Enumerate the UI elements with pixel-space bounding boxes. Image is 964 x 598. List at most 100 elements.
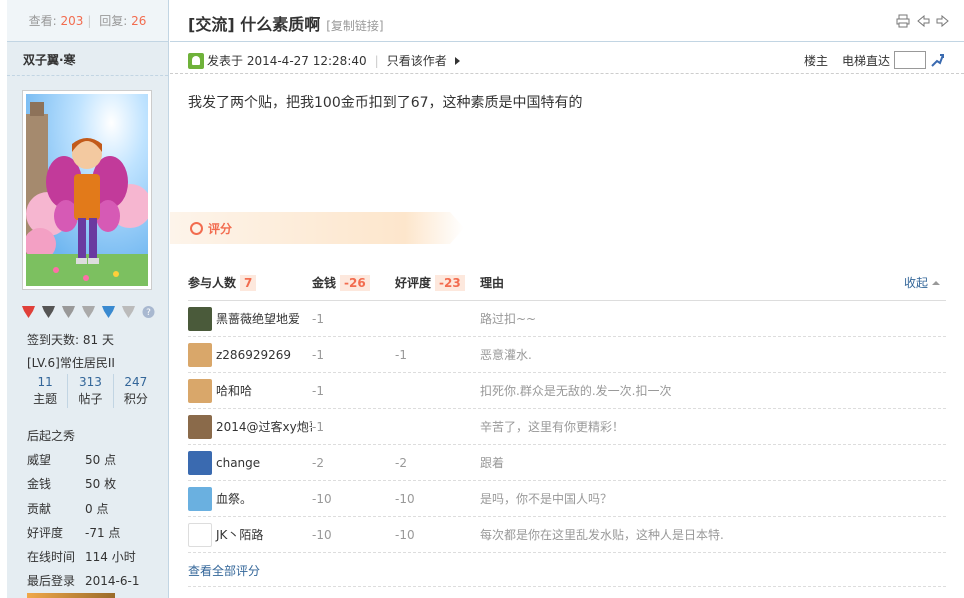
info-key: 好评度	[27, 525, 64, 540]
info-row: 在线时间 114 小时	[27, 545, 162, 569]
rater-avatar[interactable]	[188, 342, 212, 367]
rater: 2014@过客xy炮哥	[188, 414, 312, 439]
jump-go-icon[interactable]	[930, 52, 944, 68]
rater-name[interactable]: z286929269	[216, 348, 291, 362]
rating-row: 血祭。 -10 -10 是吗，你不是中国人吗？	[188, 481, 946, 517]
rater-name[interactable]: JK丶陌路	[216, 526, 263, 543]
rating-section-title: 评分	[190, 220, 232, 237]
rater-money: -1	[312, 311, 324, 326]
user-rank-title: 后起之秀	[27, 424, 162, 448]
medal-row: ?	[20, 305, 160, 321]
col-money: 金钱 -26	[312, 265, 395, 300]
post-main: [交流] 什么素质啊 [复制链接] 发表于 2014-4-27 12:28:40 …	[170, 0, 964, 598]
rater-reason: 跟着	[480, 456, 505, 470]
thread-title-text: [交流] 什么素质啊	[188, 15, 321, 34]
rater: 黑蔷薇绝望地爱	[188, 306, 312, 331]
stat-label: 帖子	[78, 392, 103, 406]
thread-tools	[896, 14, 950, 28]
next-thread-icon[interactable]	[936, 14, 950, 28]
rater: z286929269	[188, 342, 312, 367]
svg-text:?: ?	[146, 308, 151, 318]
rater-avatar[interactable]	[188, 486, 212, 511]
medal-icon[interactable]	[20, 305, 37, 319]
info-key: 金钱	[27, 477, 52, 492]
rater: change	[188, 450, 312, 475]
help-icon[interactable]: ?	[140, 305, 157, 319]
medal-icon[interactable]	[80, 305, 97, 319]
stat-label: 积分	[123, 392, 148, 406]
user-level[interactable]: [LV.6]常住居民II	[27, 354, 115, 371]
stat-threads[interactable]: 11 主题	[23, 374, 69, 408]
rating-row: change -2 -2 跟着	[188, 445, 946, 481]
copy-link-button[interactable]: [复制链接]	[326, 19, 383, 33]
info-key: 威望	[27, 453, 52, 468]
collapse-button[interactable]: 收起	[904, 265, 940, 301]
medal-icon[interactable]	[60, 305, 77, 319]
triangle-right-icon	[454, 56, 460, 65]
stat-points[interactable]: 247 积分	[114, 374, 158, 408]
rating-row: JK丶陌路 -10 -10 每次都是你在这里乱发水贴，这种人是日本特.	[188, 517, 946, 553]
previous-thread-icon[interactable]	[916, 14, 930, 28]
stat-posts[interactable]: 313 帖子	[68, 374, 114, 408]
rater-name[interactable]: 2014@过客xy炮哥	[216, 418, 312, 435]
print-icon[interactable]	[896, 14, 910, 28]
rater-money: -1	[312, 419, 324, 434]
medal-icon[interactable]	[40, 305, 57, 319]
user-sidebar: 查看: 203 | 回复: 26 双子翼·寒 ? 签到天数: 81 天 [LV.…	[7, 0, 169, 598]
replies-label: 回复:	[99, 14, 128, 28]
col-people-label: 参与人数	[188, 276, 237, 290]
online-status-icon	[188, 52, 204, 69]
rater: 哈和哈	[188, 378, 312, 403]
only-author-link[interactable]: 只看该作者	[387, 52, 447, 69]
col-reason: 理由	[480, 276, 505, 290]
thread-title: [交流] 什么素质啊 [复制链接]	[188, 11, 384, 35]
rater-avatar[interactable]	[188, 378, 212, 403]
rating-table-header: 参与人数 7 金钱 -26 好评度 -23 理由 收起	[188, 265, 946, 301]
author-name[interactable]: 双子翼·寒	[7, 42, 168, 76]
rater-name[interactable]: 哈和哈	[216, 382, 252, 399]
view-all-ratings-link[interactable]: 查看全部评分	[188, 562, 260, 579]
post-meta: 发表于 2014-4-27 12:28:40 | 只看该作者 楼主 电梯直达	[170, 48, 964, 74]
info-row: 威望 50 点	[27, 448, 162, 472]
thread-header: [交流] 什么素质啊 [复制链接]	[170, 0, 964, 42]
info-row: 金钱 50 枚	[27, 472, 162, 496]
rater-name[interactable]: 血祭。	[216, 490, 252, 507]
partial-banner	[27, 593, 115, 598]
rater-reputation: -2	[395, 455, 407, 470]
replies-count: 26	[131, 14, 147, 28]
rater-avatar[interactable]	[188, 450, 212, 475]
info-value: 2014-6-1	[85, 574, 140, 589]
divider	[188, 586, 946, 587]
signin-days: 签到天数: 81 天	[27, 333, 114, 347]
rater-avatar[interactable]	[188, 306, 212, 331]
stat-label: 主题	[33, 392, 58, 406]
stats-divider: |	[87, 14, 92, 28]
rater-name[interactable]: 黑蔷薇绝望地爱	[216, 310, 300, 327]
rater-avatar[interactable]	[188, 414, 212, 439]
reputation-total: -23	[435, 275, 465, 291]
thread-stats: 查看: 203 | 回复: 26	[7, 0, 168, 42]
rater-avatar[interactable]	[188, 522, 212, 547]
money-total: -26	[340, 275, 370, 291]
rater-reason: 每次都是你在这里乱发水贴，这种人是日本特.	[480, 528, 724, 542]
medal-icon[interactable]	[100, 305, 117, 319]
rater: 血祭。	[188, 486, 312, 511]
jump-floor-input[interactable]	[894, 51, 926, 69]
medal-icon[interactable]	[120, 305, 137, 319]
rater-name[interactable]: change	[216, 456, 260, 470]
col-people: 参与人数 7	[188, 265, 312, 300]
views-count: 203	[60, 14, 84, 28]
meta-divider: |	[374, 53, 379, 68]
rater-money: -10	[312, 491, 332, 506]
user-info: 后起之秀 威望 50 点 金钱 50 枚 贡献 0 点 好评度 -71 点 在线时间 11…	[27, 424, 162, 593]
rater-reputation: -1	[395, 347, 407, 362]
info-value: 114 小时	[85, 549, 136, 564]
rater-money: -2	[312, 455, 324, 470]
rater-money: -10	[312, 527, 332, 542]
info-value: 50 点	[85, 453, 117, 468]
rater-money: -1	[312, 383, 324, 398]
author-avatar[interactable]	[22, 90, 152, 290]
info-value: -71 点	[85, 525, 121, 540]
info-value: 50 枚	[85, 477, 117, 492]
rating-row: z286929269 -1 -1 恶意灌水.	[188, 337, 946, 373]
